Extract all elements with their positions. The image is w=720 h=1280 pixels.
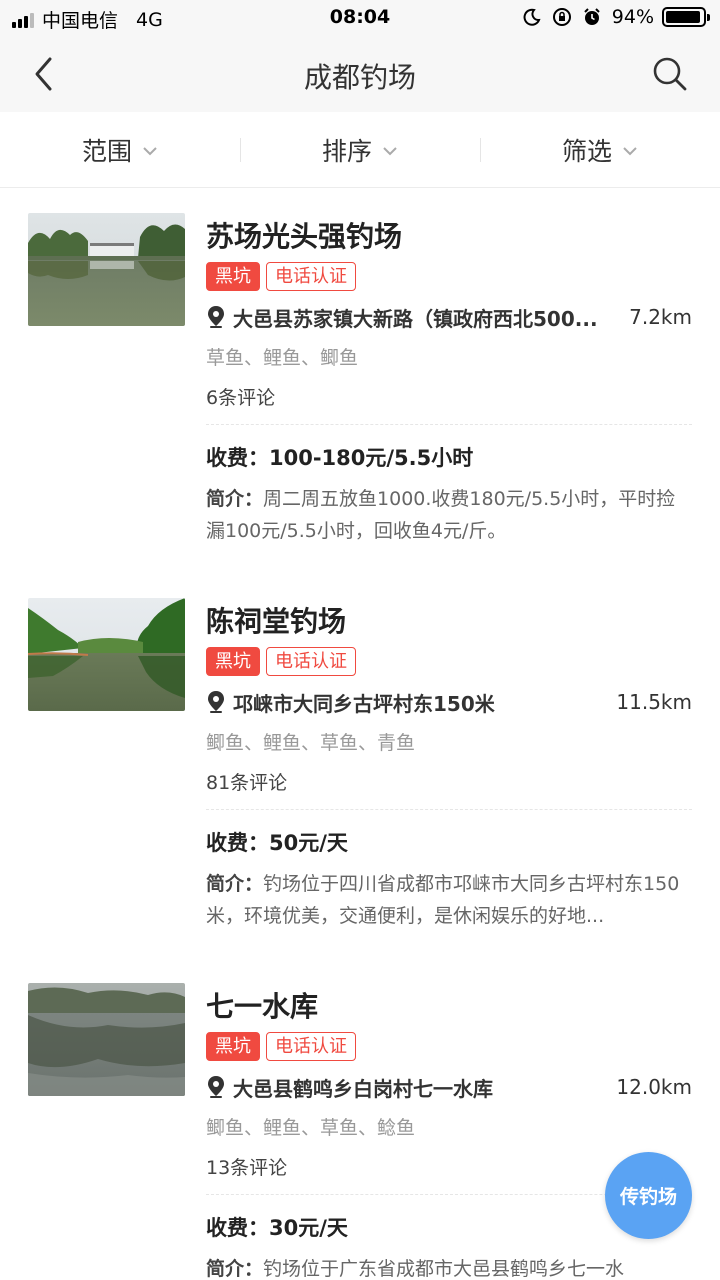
intro-label: 简介： xyxy=(206,1258,264,1280)
fee-value: 50元/天 xyxy=(269,831,348,855)
spot-distance: 12.0km xyxy=(616,1075,692,1099)
spot-card[interactable]: 陈祠堂钓场 黑坑 电话认证 邛崃市大同乡古坪村东150米 11.5km 鲫鱼、鲤… xyxy=(0,574,720,959)
spot-tags: 黑坑 电话认证 xyxy=(206,1032,362,1061)
intro-label: 简介： xyxy=(206,873,264,895)
filter-bar: 范围 排序 筛选 xyxy=(0,112,720,188)
search-button[interactable] xyxy=(646,50,694,98)
intro-label: 简介： xyxy=(206,488,264,510)
filter-sort[interactable]: 排序 xyxy=(240,112,480,187)
spot-address: 邛崃市大同乡古坪村东150米 xyxy=(233,691,495,716)
location-pin-icon xyxy=(208,1076,224,1098)
alarm-icon xyxy=(582,7,602,27)
spot-card[interactable]: 七一水库 黑坑 电话认证 大邑县鹤鸣乡白岗村七一水库 12.0km 鲫鱼、鲤鱼、… xyxy=(0,959,720,1280)
spot-intro: 简介：周二周五放鱼1000.收费180元/5.5小时，平时捡漏100元/5.5小… xyxy=(206,483,692,547)
fee-label: 收费： xyxy=(206,831,269,855)
filter-range[interactable]: 范围 xyxy=(0,112,240,187)
spot-address-row: 大邑县鹤鸣乡白岗村七一水库 12.0km xyxy=(206,1073,692,1101)
spot-address-row: 邛崃市大同乡古坪村东150米 11.5km xyxy=(206,688,692,716)
chevron-down-icon xyxy=(143,146,157,155)
rotation-lock-icon xyxy=(552,7,572,27)
fee-label: 收费： xyxy=(206,1216,269,1240)
spot-address: 大邑县鹤鸣乡白岗村七一水库 xyxy=(233,1076,493,1101)
spot-tags: 黑坑 电话认证 xyxy=(206,647,362,676)
carrier-label: 中国电信 xyxy=(42,10,119,32)
nav-bar: 成都钓场 xyxy=(0,36,720,112)
filter-screen[interactable]: 筛选 xyxy=(480,112,720,187)
chevron-down-icon xyxy=(383,146,397,155)
spot-address-row: 大邑县苏家镇大新路（镇政府西北500... 7.2km xyxy=(206,303,692,331)
signal-icon xyxy=(12,12,36,28)
spot-distance: 11.5km xyxy=(616,690,692,714)
page-title: 成都钓场 xyxy=(303,61,416,94)
tag-phone-verified: 电话认证 xyxy=(266,262,356,291)
spot-name: 七一水库 xyxy=(206,990,319,1023)
fee-value: 100-180元/5.5小时 xyxy=(269,446,474,470)
spot-intro: 简介：钓场位于四川省成都市邛崃市大同乡古坪村东150米，环境优美，交通便利，是休… xyxy=(206,868,692,932)
filter-label: 范围 xyxy=(81,136,132,166)
tag-black-pit: 黑坑 xyxy=(206,647,260,676)
spot-distance: 7.2km xyxy=(629,305,692,329)
spot-review-count: 13条评论 xyxy=(206,1157,288,1179)
spot-card[interactable]: 苏场光头强钓场 黑坑 电话认证 大邑县苏家镇大新路（镇政府西北500... 7.… xyxy=(0,189,720,574)
spot-fish-types: 鲫鱼、鲤鱼、草鱼、青鱼 xyxy=(206,732,416,754)
chevron-down-icon xyxy=(623,146,637,155)
tag-phone-verified: 电话认证 xyxy=(266,1032,356,1061)
spot-address: 大邑县苏家镇大新路（镇政府西北500... xyxy=(233,306,598,331)
status-left: 中国电信 4G xyxy=(12,6,163,33)
search-icon xyxy=(653,57,687,91)
battery-percent: 94% xyxy=(611,6,654,28)
spot-fish-types: 鲫鱼、鲤鱼、草鱼、鲶鱼 xyxy=(206,1117,416,1139)
tag-phone-verified: 电话认证 xyxy=(266,647,356,676)
intro-text: 周二周五放鱼1000.收费180元/5.5小时，平时捡漏100元/5.5小时，回… xyxy=(206,488,676,542)
spot-name: 陈祠堂钓场 xyxy=(206,605,347,638)
intro-text: 钓场位于四川省成都市邛崃市大同乡古坪村东150米，环境优美，交通便利，是休闲娱乐… xyxy=(206,873,680,927)
card-divider xyxy=(206,424,692,425)
back-icon xyxy=(35,57,52,91)
filter-label: 排序 xyxy=(321,136,372,166)
status-right: 94% xyxy=(512,6,710,28)
spot-name: 苏场光头强钓场 xyxy=(206,220,403,253)
fee-label: 收费： xyxy=(206,446,269,470)
spot-fee: 收费：100-180元/5.5小时 xyxy=(206,442,473,472)
spot-intro: 简介：钓场位于广东省成都市大邑县鹤鸣乡七一水 xyxy=(206,1253,692,1280)
upload-spot-button[interactable]: 传钓场 xyxy=(605,1152,692,1239)
location-pin-icon xyxy=(208,691,224,713)
spot-fee: 收费：30元/天 xyxy=(206,1212,348,1242)
spot-review-count: 81条评论 xyxy=(206,772,288,794)
spot-fee: 收费：50元/天 xyxy=(206,827,348,857)
spot-photo xyxy=(28,213,185,326)
filter-label: 筛选 xyxy=(561,136,612,166)
fee-value: 30元/天 xyxy=(269,1216,348,1240)
status-bar: 中国电信 4G 08:04 94% xyxy=(0,0,720,36)
spot-fish-types: 草鱼、鲤鱼、鲫鱼 xyxy=(206,347,359,369)
back-button[interactable] xyxy=(20,50,68,98)
spot-tags: 黑坑 电话认证 xyxy=(206,262,362,291)
battery-icon xyxy=(662,7,710,27)
spot-review-count: 6条评论 xyxy=(206,387,276,409)
intro-text: 钓场位于广东省成都市大邑县鹤鸣乡七一水 xyxy=(263,1258,625,1280)
network-label: 4G xyxy=(136,8,163,31)
moon-icon xyxy=(522,7,542,27)
spot-photo xyxy=(28,598,185,711)
tag-black-pit: 黑坑 xyxy=(206,1032,260,1061)
spot-photo xyxy=(28,983,185,1096)
tag-black-pit: 黑坑 xyxy=(206,262,260,291)
location-pin-icon xyxy=(208,306,224,328)
card-divider xyxy=(206,809,692,810)
